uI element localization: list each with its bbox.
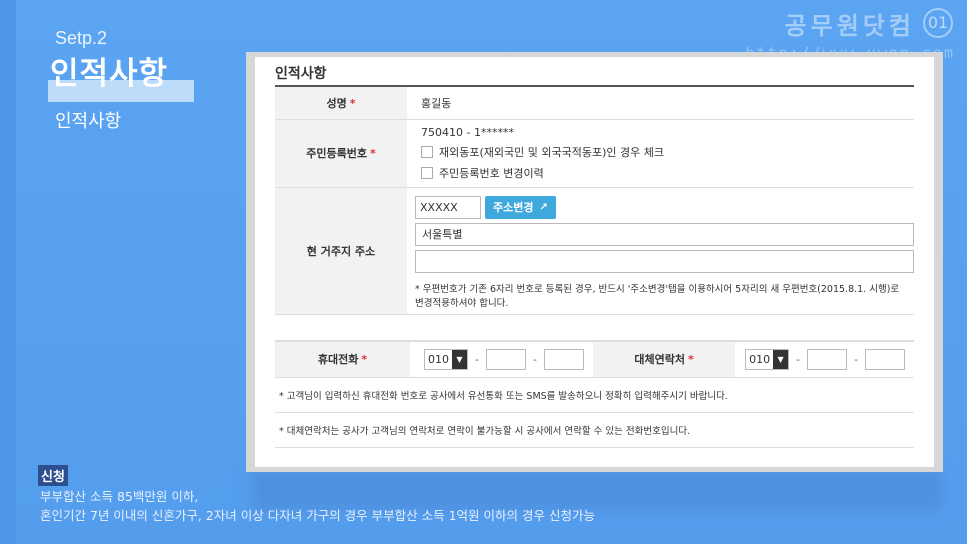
address-line1-input[interactable]: 서울특별: [415, 223, 914, 246]
overseas-checkbox[interactable]: [421, 145, 433, 158]
alt-middle-input[interactable]: [807, 348, 848, 370]
personal-info-table: 성명 * 홍길동 주민등록번호 * 750410 - 1****** 재외동포(재외…: [275, 87, 914, 315]
alt-last-input[interactable]: [865, 348, 906, 370]
required-marker: *: [688, 353, 694, 366]
mobile-cell: 010 ▼ - -: [410, 340, 594, 378]
alt-prefix-value: 010: [749, 352, 771, 366]
mobile-prefix-select[interactable]: 010 ▼: [424, 348, 468, 370]
form-panel: 인적사항 성명 * 홍길동 주민등록번호 * 750410 - 1****** 재외…: [255, 57, 934, 467]
step-label: Setp.2: [55, 28, 108, 48]
chevron-down-icon: ▼: [773, 349, 789, 369]
section-subtitle: 인적사항: [55, 111, 122, 132]
change-address-label: 주소변경: [493, 201, 534, 214]
mobile-note: * 고객님이 입력하신 휴대전화 번호로 공사에서 유선통화 또는 SMS를 발…: [275, 378, 914, 413]
alt-contact-cell: 010 ▼ - -: [735, 340, 914, 378]
ssn-label-cell: 주민등록번호 *: [275, 119, 407, 188]
address-note: * 우편번호가 기존 6자리 번호로 등록된 경우, 반드시 '주소변경'탭을 …: [415, 284, 900, 309]
ssn-label: 주민등록번호: [306, 147, 367, 160]
name-value: 홍길동: [407, 87, 914, 120]
card-shadow: [252, 470, 942, 510]
ssn-history-check-row[interactable]: 주민등록번호 변경이력: [421, 165, 914, 181]
table-row: 현 거주지 주소 XXXXX 주소변경 ↗ 서울특별 * 우편번호가 기존 6자…: [275, 187, 914, 315]
name-label-cell: 성명 *: [275, 87, 407, 120]
address-line2-input[interactable]: [415, 250, 914, 273]
watermark-text: 공무원닷컴: [784, 12, 915, 40]
table-row: 휴대전화 * 010 ▼ - - 대체연락처 * 010 ▼ - -: [275, 340, 914, 378]
left-stripe: [0, 0, 16, 544]
spacer: [275, 315, 914, 341]
table-row: 주민등록번호 * 750410 - 1****** 재외동포(재외국민 및 외국국…: [275, 119, 914, 188]
ssn-history-check-label: 주민등록번호 변경이력: [439, 166, 544, 180]
caption-line1: 부부합산 소득 85백만원 이하,: [40, 489, 199, 504]
alt-contact-inputs: 010 ▼ - -: [745, 348, 914, 370]
separator: -: [796, 352, 801, 366]
chevron-down-icon: ▼: [452, 349, 467, 369]
change-address-button[interactable]: 주소변경 ↗: [485, 196, 556, 219]
contact-table: 휴대전화 * 010 ▼ - - 대체연락처 * 010 ▼ - -: [275, 340, 914, 378]
mobile-last-input[interactable]: [543, 348, 584, 370]
separator: -: [475, 352, 479, 366]
form-card: 인적사항 성명 * 홍길동 주민등록번호 * 750410 - 1****** 재외…: [246, 52, 943, 472]
required-marker: *: [369, 147, 376, 160]
alt-contact-note: * 대체연락처는 공사가 고객님의 연락처로 연락이 불가능할 시 공사에서 연…: [275, 413, 914, 448]
mobile-inputs: 010 ▼ - -: [424, 348, 593, 370]
overseas-check-row[interactable]: 재외동포(재외국민 및 외국국적동포)인 경우 체크: [421, 144, 914, 160]
overseas-check-label: 재외동포(재외국민 및 외국국적동포)인 경우 체크: [439, 145, 664, 159]
required-marker: *: [349, 96, 356, 110]
zip-row: XXXXX 주소변경 ↗: [415, 196, 914, 219]
alt-contact-label: 대체연락처: [634, 353, 686, 366]
alt-prefix-select[interactable]: 010 ▼: [745, 348, 790, 370]
mobile-prefix-value: 010: [428, 352, 449, 366]
mobile-label-cell: 휴대전화 *: [275, 340, 410, 378]
form-heading: 인적사항: [275, 61, 914, 87]
mobile-label: 휴대전화: [317, 353, 359, 366]
zip-input[interactable]: XXXXX: [415, 196, 481, 219]
name-label: 성명: [326, 96, 347, 110]
address-label: 현 거주지 주소: [306, 244, 376, 258]
watermark: 공무원닷컴: [785, 6, 915, 41]
ssn-value: 750410 - 1******: [421, 125, 514, 139]
separator: -: [532, 352, 537, 366]
apply-badge: 신청: [38, 465, 68, 486]
section-title: 인적사항: [50, 56, 169, 92]
ssn-history-checkbox[interactable]: [421, 166, 433, 179]
table-row: 성명 * 홍길동: [275, 87, 914, 120]
ssn-cell: 750410 - 1****** 재외동포(재외국민 및 외국국적동포)인 경우…: [407, 119, 914, 188]
caption-line2: 혼인기간 7년 이내의 신혼가구, 2자녀 이상 다자녀 가구의 경우 부부합산…: [40, 508, 595, 523]
address-label-cell: 현 거주지 주소: [275, 187, 407, 315]
alt-contact-label-cell: 대체연락처 *: [593, 340, 736, 378]
watermark-logo-icon: 01: [923, 8, 953, 38]
external-link-icon: ↗: [539, 202, 548, 213]
separator: -: [854, 352, 859, 366]
required-marker: *: [361, 353, 368, 366]
mobile-middle-input[interactable]: [485, 348, 526, 370]
address-cell: XXXXX 주소변경 ↗ 서울특별 * 우편번호가 기존 6자리 번호로 등록된…: [407, 187, 914, 315]
